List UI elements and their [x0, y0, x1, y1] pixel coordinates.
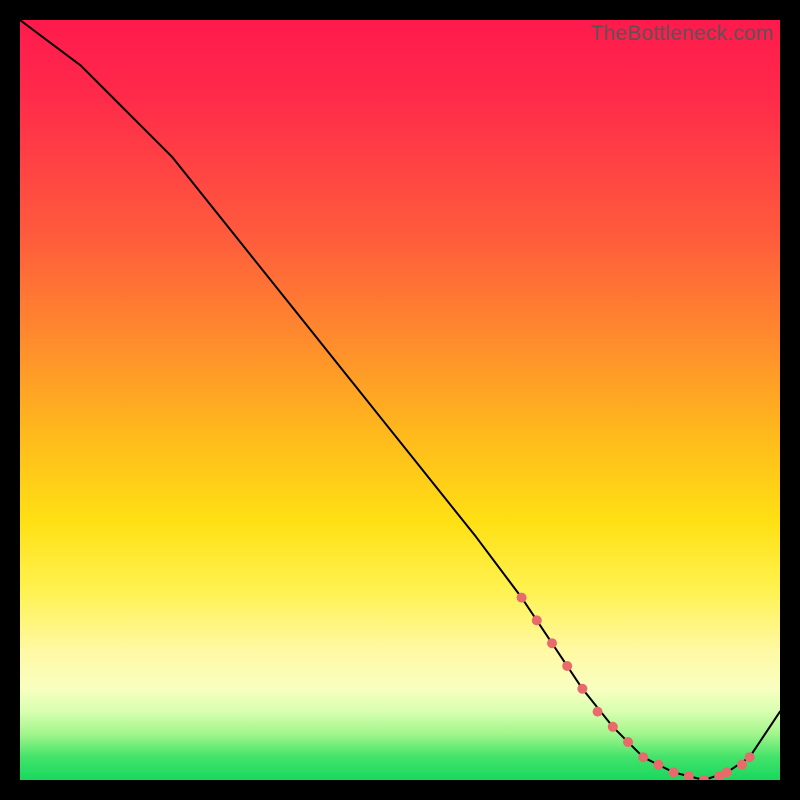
highlight-dot [623, 737, 633, 747]
highlight-dot [547, 638, 557, 648]
highlight-dot [714, 771, 724, 780]
highlight-dot [638, 752, 648, 762]
highlight-dot [684, 771, 694, 780]
highlight-dot [562, 661, 572, 671]
highlight-dot [593, 707, 603, 717]
chart-frame: TheBottleneck.com [0, 0, 800, 800]
highlight-dot [577, 684, 587, 694]
bottleneck-curve [20, 20, 780, 780]
highlight-dot [722, 767, 732, 777]
highlight-dot [653, 760, 663, 770]
highlight-dot [699, 775, 709, 780]
highlight-dots-group [517, 593, 755, 780]
plot-area: TheBottleneck.com [20, 20, 780, 780]
highlight-dot [517, 593, 527, 603]
watermark-text: TheBottleneck.com [591, 22, 774, 46]
highlight-dot [669, 767, 679, 777]
highlight-dot [532, 615, 542, 625]
highlight-dot [737, 760, 747, 770]
highlight-dot [608, 722, 618, 732]
curve-svg [20, 20, 780, 780]
highlight-dot [745, 752, 755, 762]
